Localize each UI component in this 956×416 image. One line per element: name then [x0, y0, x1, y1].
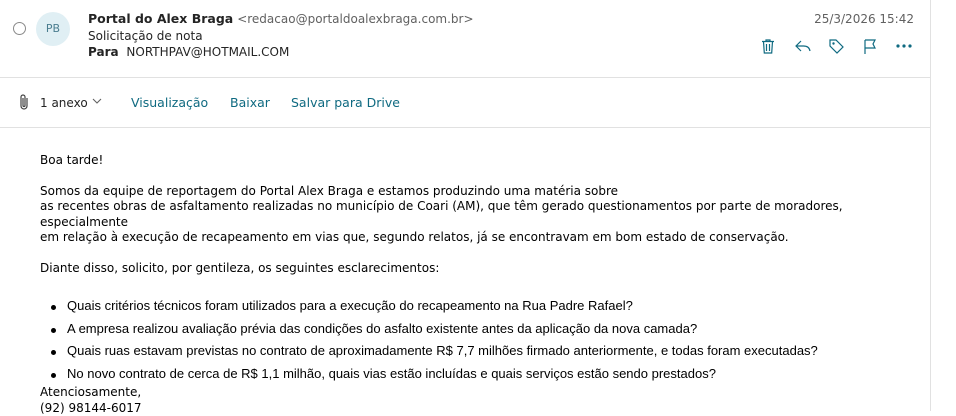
intro-line: Somos da equipe de reportagem do Portal …	[40, 184, 618, 198]
question-text: A empresa realizou avaliação prévia das …	[67, 321, 697, 336]
preview-link[interactable]: Visualização	[131, 95, 208, 110]
download-link[interactable]: Baixar	[230, 95, 270, 110]
to-line: Para NORTHPAV@HOTMAIL.COM	[88, 45, 289, 59]
to-address[interactable]: NORTHPAV@HOTMAIL.COM	[126, 45, 289, 59]
select-radio[interactable]	[13, 22, 26, 35]
tag-button[interactable]	[828, 36, 862, 56]
sender-name[interactable]: Portal do Alex Braga	[88, 11, 233, 26]
pane-border	[930, 0, 931, 411]
bullet-icon	[51, 328, 56, 333]
paperclip-icon	[18, 93, 30, 111]
message-body: Boa tarde! Somos da equipe de reportagem…	[40, 153, 920, 416]
greeting: Boa tarde!	[40, 153, 920, 169]
avatar: PB	[36, 12, 70, 46]
phone: (92) 98144-6017	[40, 401, 920, 416]
list-item: Quais critérios técnicos foram utilizado…	[40, 295, 920, 318]
sender: Portal do Alex Braga <redacao@portaldoal…	[88, 11, 474, 26]
bullet-icon	[51, 305, 56, 310]
attachment-divider	[0, 127, 930, 128]
intro-paragraph: Somos da equipe de reportagem do Portal …	[40, 184, 920, 246]
trash-icon	[760, 38, 776, 55]
reply-icon	[794, 38, 812, 54]
more-icon	[896, 43, 912, 49]
list-item: A empresa realizou avaliação prévia das …	[40, 318, 920, 341]
bullet-icon	[51, 373, 56, 378]
list-item: Quais ruas estavam previstas no contrato…	[40, 340, 920, 363]
more-button[interactable]	[896, 36, 930, 56]
closing: Atenciosamente,	[40, 385, 920, 401]
questions-list: Quais critérios técnicos foram utilizado…	[40, 295, 920, 385]
attachment-bar: 1 anexo Visualização Baixar Salvar para …	[0, 78, 930, 127]
question-text: No novo contrato de cerca de R$ 1,1 milh…	[67, 366, 716, 381]
tag-icon	[828, 38, 845, 55]
message-actions	[760, 36, 930, 56]
reply-button[interactable]	[794, 36, 828, 56]
date: 25/3/2026 15:42	[814, 12, 914, 26]
to-label: Para	[88, 45, 119, 59]
save-to-drive-link[interactable]: Salvar para Drive	[291, 95, 400, 110]
request-paragraph: Diante disso, solicito, por gentileza, o…	[40, 261, 920, 277]
question-text: Quais critérios técnicos foram utilizado…	[67, 298, 633, 313]
flag-button[interactable]	[862, 36, 896, 56]
message-header: PB Portal do Alex Braga <redacao@portald…	[0, 0, 930, 76]
question-text: Quais ruas estavam previstas no contrato…	[67, 343, 818, 358]
intro-line: as recentes obras de asfaltamento realiz…	[40, 199, 843, 229]
attachment-count[interactable]: 1 anexo	[40, 96, 88, 110]
intro-line: em relação à execução de recapeamento em…	[40, 230, 789, 244]
chevron-down-icon[interactable]	[92, 97, 102, 105]
flag-icon	[862, 38, 878, 55]
sender-email: <redacao@portaldoalexbraga.com.br>	[237, 12, 473, 26]
bullet-icon	[51, 350, 56, 355]
subject: Solicitação de nota	[88, 29, 203, 43]
list-item: No novo contrato de cerca de R$ 1,1 milh…	[40, 363, 920, 386]
delete-button[interactable]	[760, 36, 794, 56]
